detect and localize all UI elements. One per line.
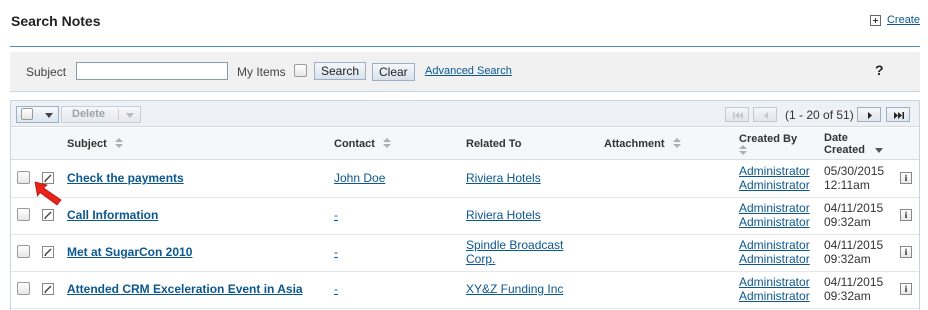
next-page-button[interactable] <box>857 107 881 122</box>
pointer-arrow-icon <box>34 181 62 206</box>
date-created: 04/11/2015 <box>824 201 884 215</box>
table-row: Call Information - Riviera Hotels Admini… <box>11 198 919 235</box>
related-to-link-line2[interactable]: Corp. <box>466 252 495 266</box>
related-to-link[interactable]: Riviera Hotels <box>466 208 541 222</box>
subject-search-input[interactable] <box>76 62 228 80</box>
my-items-checkbox[interactable] <box>294 64 307 77</box>
related-to-link[interactable]: Riviera Hotels <box>466 171 541 185</box>
related-to-link[interactable]: XY&Z Funding Inc <box>466 282 563 296</box>
delete-button[interactable]: Delete <box>61 106 141 123</box>
prev-page-icon <box>764 112 768 119</box>
column-date-label-1: Date <box>824 132 848 144</box>
column-contact[interactable]: Contact <box>334 138 392 150</box>
create-link[interactable]: Create <box>887 14 920 26</box>
sort-icon[interactable] <box>739 145 748 156</box>
pagination-count: (1 - 20 of 51) <box>785 108 854 122</box>
info-icon[interactable]: i <box>900 172 912 184</box>
chevron-down-icon[interactable] <box>126 113 134 118</box>
next-page-icon <box>868 112 872 119</box>
create-action[interactable]: Create <box>869 14 920 26</box>
clear-button[interactable]: Clear <box>372 63 415 81</box>
contact-link[interactable]: - <box>334 208 338 222</box>
info-icon[interactable]: i <box>900 209 912 221</box>
delete-separator <box>118 109 119 120</box>
title-divider <box>10 46 920 47</box>
notes-list: Delete (1 - 20 of 51) Subject Contact Re… <box>10 100 920 310</box>
column-contact-label: Contact <box>334 138 375 150</box>
created-by-link[interactable]: Administrator <box>739 275 810 289</box>
table-row: Check the payments John Doe Riviera Hote… <box>11 161 919 198</box>
created-by-link[interactable]: Administrator <box>739 201 810 215</box>
assigned-user-link[interactable]: Administrator <box>739 215 810 229</box>
row-checkbox[interactable] <box>17 245 30 258</box>
time-created: 09:32am <box>824 252 871 266</box>
row-checkbox[interactable] <box>17 208 30 221</box>
sort-icon[interactable] <box>382 138 392 149</box>
last-page-icon <box>894 112 904 119</box>
contact-link[interactable]: - <box>334 282 338 296</box>
sort-icon[interactable] <box>114 138 124 149</box>
assigned-user-link[interactable]: Administrator <box>739 252 810 266</box>
column-subject-label: Subject <box>67 138 107 150</box>
assigned-user-link[interactable]: Administrator <box>739 178 810 192</box>
table-row: Met at SugarCon 2010 - Spindle Broadcast… <box>11 235 919 272</box>
column-attachment-label: Attachment <box>604 138 665 150</box>
edit-pencil-icon[interactable] <box>42 246 54 258</box>
subject-label: Subject <box>26 65 67 79</box>
edit-pencil-icon[interactable] <box>42 209 54 221</box>
time-created: 12:11am <box>824 178 870 192</box>
search-button[interactable]: Search <box>314 62 367 80</box>
column-date-created[interactable]: Date Created <box>824 132 884 156</box>
assigned-user-link[interactable]: Administrator <box>739 289 810 303</box>
first-page-icon <box>733 112 743 119</box>
column-attachment[interactable]: Attachment <box>604 138 682 150</box>
related-to-link[interactable]: Spindle Broadcast <box>466 238 563 252</box>
select-all-checkbox[interactable] <box>21 108 33 120</box>
my-items-label: My Items <box>237 65 286 79</box>
column-created-by[interactable]: Created By <box>739 133 797 157</box>
info-icon[interactable]: i <box>900 283 912 295</box>
prev-page-button[interactable] <box>753 107 777 122</box>
info-icon[interactable]: i <box>900 246 912 258</box>
note-subject-link[interactable]: Met at SugarCon 2010 <box>67 245 192 259</box>
chevron-down-icon[interactable] <box>45 113 53 118</box>
column-subject[interactable]: Subject <box>67 138 124 150</box>
time-created: 09:32am <box>824 289 871 303</box>
help-icon[interactable]: ? <box>875 62 884 78</box>
sort-desc-icon[interactable] <box>874 148 884 154</box>
note-subject-link[interactable]: Attended CRM Exceleration Event in Asia <box>67 282 303 296</box>
row-checkbox[interactable] <box>17 282 30 295</box>
contact-link[interactable]: - <box>334 245 338 259</box>
pencil-icon <box>44 285 52 293</box>
advanced-search-link[interactable]: Advanced Search <box>425 65 512 77</box>
contact-link[interactable]: John Doe <box>334 171 385 185</box>
edit-pencil-icon[interactable] <box>42 283 54 295</box>
pencil-icon <box>44 248 52 256</box>
date-created: 04/11/2015 <box>824 238 884 252</box>
column-created-by-label: Created By <box>739 133 798 145</box>
row-checkbox[interactable] <box>17 171 30 184</box>
pencil-icon <box>44 211 52 219</box>
time-created: 09:32am <box>824 215 871 229</box>
last-page-button[interactable] <box>886 107 910 122</box>
date-created: 05/30/2015 <box>824 164 885 178</box>
note-subject-link[interactable]: Call Information <box>67 208 158 222</box>
delete-label: Delete <box>72 108 106 120</box>
mass-select-button[interactable] <box>16 106 59 123</box>
list-toolbar: Delete (1 - 20 of 51) <box>11 101 919 127</box>
first-page-button[interactable] <box>725 107 749 122</box>
sort-icon[interactable] <box>672 138 682 149</box>
table-header: Subject Contact Related To Attachment Cr… <box>11 128 919 160</box>
search-panel: Subject My Items Search Clear Advanced S… <box>10 52 920 92</box>
note-subject-link[interactable]: Check the payments <box>67 171 184 185</box>
page-title: Search Notes <box>11 13 101 29</box>
create-plus-icon[interactable] <box>869 14 881 26</box>
table-row: Attended CRM Exceleration Event in Asia … <box>11 272 919 309</box>
created-by-link[interactable]: Administrator <box>739 238 810 252</box>
date-created: 04/11/2015 <box>824 275 884 289</box>
created-by-link[interactable]: Administrator <box>739 164 810 178</box>
column-date-label-2: Created <box>824 144 865 156</box>
column-related-to: Related To <box>466 138 522 150</box>
